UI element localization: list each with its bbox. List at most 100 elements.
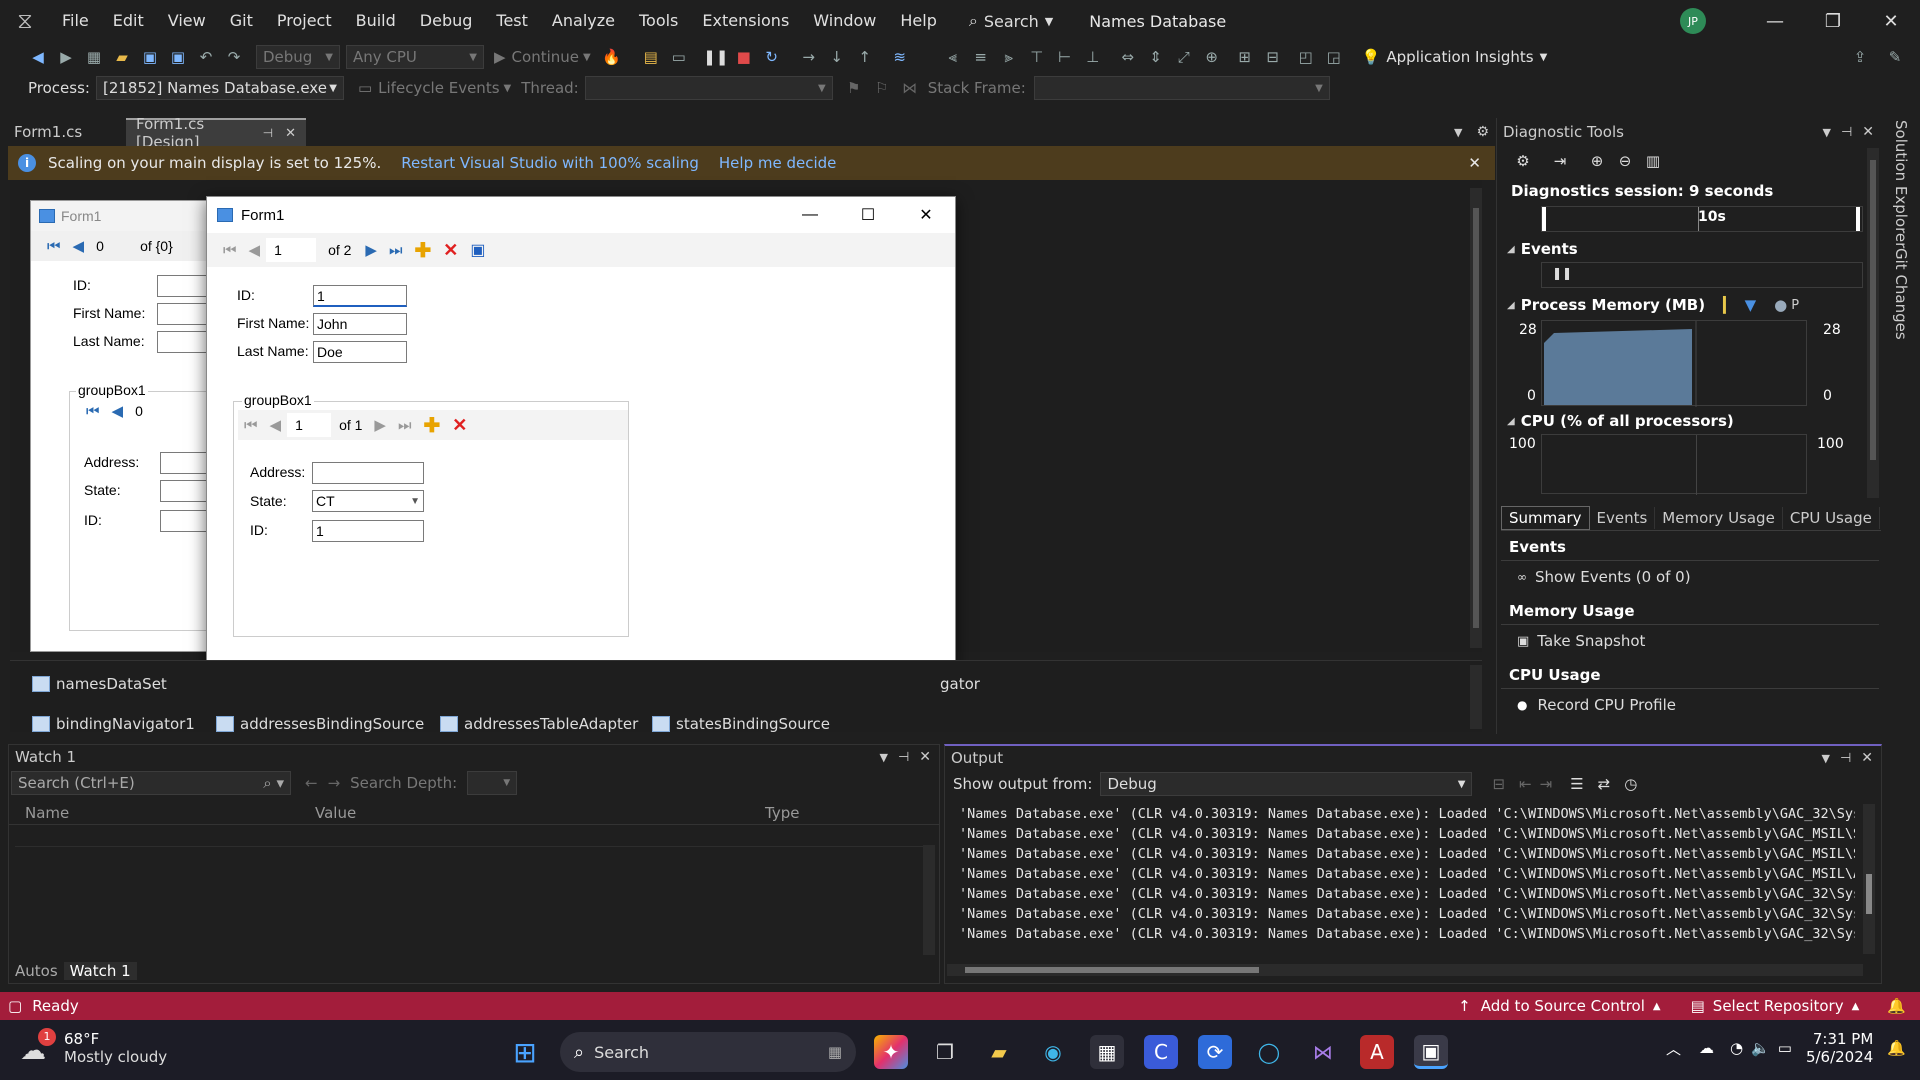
menu-analyze[interactable]: Analyze: [540, 0, 627, 42]
group-position-field[interactable]: 1: [287, 413, 332, 437]
take-snapshot-button[interactable]: ▣ Take Snapshot: [1517, 632, 1645, 650]
back-icon[interactable]: ◀: [27, 46, 49, 68]
tray-scrollbar[interactable]: [1470, 665, 1482, 729]
address-field[interactable]: [312, 462, 424, 484]
copilot-icon[interactable]: ✦: [874, 1035, 908, 1069]
menu-help[interactable]: Help: [888, 0, 948, 42]
panel-menu-icon[interactable]: ▼: [1821, 752, 1829, 765]
move-first-icon[interactable]: ⏮: [47, 238, 61, 255]
forward-icon[interactable]: →: [328, 774, 341, 792]
add-new-icon[interactable]: ✚: [414, 238, 431, 263]
continue-button[interactable]: ▶ Continue ▼: [494, 48, 591, 66]
find-in-output-icon[interactable]: ⊟: [1492, 775, 1505, 793]
watch-scrollbar[interactable]: [923, 845, 935, 955]
move-previous-icon[interactable]: ◀: [112, 402, 124, 420]
menu-window[interactable]: Window: [801, 0, 888, 42]
start-icon[interactable]: ⊞: [508, 1035, 542, 1069]
undo-icon[interactable]: ↶: [195, 46, 217, 68]
add-new-icon[interactable]: ✚: [423, 413, 440, 438]
step-out-icon[interactable]: ↑: [854, 46, 876, 68]
chevron-down-icon[interactable]: ▼: [410, 496, 420, 507]
browse-icon[interactable]: ▤: [640, 46, 662, 68]
align-center-icon[interactable]: ≡: [970, 46, 992, 68]
menu-git[interactable]: Git: [218, 0, 265, 42]
menu-file[interactable]: File: [50, 0, 101, 42]
cortana-icon[interactable]: ◯: [1252, 1035, 1286, 1069]
notifications-icon[interactable]: 🔔: [1887, 997, 1906, 1015]
taskbar-search[interactable]: ⌕ Search ▦: [560, 1032, 856, 1072]
delete-icon[interactable]: ✕: [443, 240, 458, 261]
close-icon[interactable]: ✕: [1861, 750, 1873, 766]
tab-watch1[interactable]: Watch 1: [63, 962, 137, 980]
group-box[interactable]: groupBox1 ⏮ ◀ 0 Address: State: ID:: [69, 382, 220, 631]
feedback-icon[interactable]: ✎: [1884, 46, 1906, 68]
menu-edit[interactable]: Edit: [101, 0, 156, 42]
select-repository-button[interactable]: ▤ Select Repository ▲: [1691, 997, 1860, 1015]
cpu-chart[interactable]: [1541, 434, 1807, 495]
vspacing-icon[interactable]: ⊟: [1262, 46, 1284, 68]
export-icon[interactable]: ⇥: [1549, 150, 1571, 172]
zoom-icon[interactable]: ⊕: [1201, 46, 1223, 68]
notification-bell-icon[interactable]: 🔔: [1887, 1039, 1906, 1057]
move-next-icon[interactable]: ▶: [374, 416, 386, 434]
reset-view-icon[interactable]: ▥: [1642, 150, 1664, 172]
stop-icon[interactable]: ■: [733, 46, 755, 68]
redo-icon[interactable]: ↷: [223, 46, 245, 68]
restore-button[interactable]: ❐: [1804, 0, 1862, 42]
file-explorer-icon[interactable]: ▰: [982, 1035, 1016, 1069]
close-icon[interactable]: ✕: [1468, 154, 1481, 172]
tab-dropdown-icon[interactable]: ▼: [1454, 126, 1462, 139]
watch-search-input[interactable]: Search (Ctrl+E) ⌕ ▾: [11, 771, 291, 795]
onedrive-icon[interactable]: ☁: [1699, 1039, 1714, 1057]
size-height-icon[interactable]: ⇕: [1145, 46, 1167, 68]
timestamp-icon[interactable]: ◷: [1624, 775, 1637, 793]
minimize-button[interactable]: —: [781, 206, 839, 224]
chevron-up-icon[interactable]: ︿: [1666, 1038, 1681, 1059]
output-text[interactable]: 'Names Database.exe' (CLR v4.0.30319: Na…: [959, 804, 1855, 944]
pin-icon[interactable]: ⊣: [1840, 751, 1851, 766]
task-view-icon[interactable]: ❐: [928, 1035, 962, 1069]
move-previous-icon[interactable]: ◀: [73, 237, 85, 255]
next-message-icon[interactable]: ⇥: [1540, 775, 1553, 793]
tray-item[interactable]: statesBindingSource: [652, 715, 830, 733]
app-icon[interactable]: C: [1144, 1035, 1178, 1069]
tab-form1-cs[interactable]: Form1.cs: [0, 118, 126, 146]
menu-build[interactable]: Build: [344, 0, 408, 42]
address-id-field[interactable]: 1: [312, 520, 424, 542]
app-insights-button[interactable]: 💡 Application Insights ▼: [1362, 48, 1548, 66]
configuration-select[interactable]: Debug ▼: [256, 45, 340, 69]
move-first-icon[interactable]: ⏮: [223, 242, 237, 259]
tab-autos[interactable]: Autos: [9, 962, 64, 980]
close-window-button[interactable]: ✕: [1862, 0, 1920, 42]
move-next-icon[interactable]: ▶: [365, 241, 377, 259]
step-into-icon[interactable]: ↓: [826, 46, 848, 68]
events-track[interactable]: ❚❚: [1541, 262, 1863, 288]
maximize-button[interactable]: ☐: [839, 205, 897, 225]
prev-message-icon[interactable]: ⇤: [1519, 775, 1532, 793]
move-first-icon[interactable]: ⏮: [86, 403, 100, 420]
show-events-link[interactable]: ∞ Show Events (0 of 0): [1517, 568, 1691, 586]
restart-scaling-link[interactable]: Restart Visual Studio with 100% scaling: [401, 154, 699, 172]
timeline-ruler[interactable]: 10s: [1541, 206, 1863, 232]
tray-item[interactable]: addressesTableAdapter: [440, 715, 638, 733]
menu-debug[interactable]: Debug: [408, 0, 485, 42]
word-wrap-icon[interactable]: ⇄: [1598, 775, 1611, 793]
menu-test[interactable]: Test: [484, 0, 540, 42]
git-changes-tab[interactable]: Git Changes: [1892, 248, 1910, 340]
move-previous-icon[interactable]: ◀: [270, 416, 282, 434]
state-combo[interactable]: CT ▼: [312, 490, 424, 512]
move-first-icon[interactable]: ⏮: [244, 417, 258, 434]
battery-icon[interactable]: ▭: [1778, 1039, 1792, 1057]
output-hscrollbar[interactable]: [947, 964, 1863, 976]
flag-threads-icon[interactable]: ⚐: [871, 77, 893, 99]
designer-form[interactable]: Form1 ⏮ ◀ 0 of {0} ID: First Name: Last …: [30, 200, 220, 652]
tray-item[interactable]: bindingNavigator1: [32, 715, 195, 733]
stack-frame-select[interactable]: ▼: [1033, 76, 1330, 100]
bring-front-icon[interactable]: ◰: [1295, 46, 1317, 68]
diag-scrollbar[interactable]: [1867, 148, 1879, 498]
add-source-control-button[interactable]: ↑ Add to Source Control ▲: [1458, 997, 1660, 1015]
visual-studio-icon[interactable]: ⋈: [1306, 1035, 1340, 1069]
pause-icon[interactable]: ❚❚: [703, 46, 728, 68]
align-left-icon[interactable]: ⫷: [942, 46, 964, 68]
align-middle-icon[interactable]: ⊢: [1054, 46, 1076, 68]
